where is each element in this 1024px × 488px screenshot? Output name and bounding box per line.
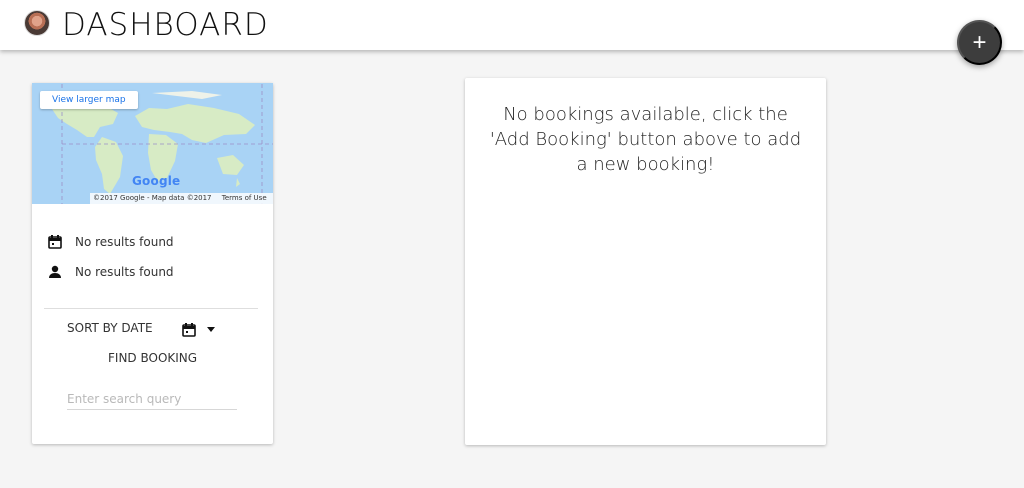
map-copyright-text: ©2017 Google - Map data ©2017 xyxy=(93,194,212,202)
calendar-icon[interactable] xyxy=(180,321,198,339)
add-icon: + xyxy=(972,28,987,56)
page-title: DASHBOARD xyxy=(62,7,269,43)
sort-by-date-label[interactable]: SORT BY DATE xyxy=(67,321,153,335)
find-booking-button[interactable]: FIND BOOKING xyxy=(108,351,197,365)
date-results-text: No results found xyxy=(75,235,174,249)
empty-bookings-message: No bookings available, click the 'Add Bo… xyxy=(489,104,802,175)
dropdown-arrow-icon[interactable] xyxy=(204,322,218,336)
filter-card: View larger map Google ©2017 Google - Ma… xyxy=(32,83,273,444)
view-larger-map-link[interactable]: View larger map xyxy=(40,91,138,109)
person-icon xyxy=(46,263,64,281)
date-results-row: No results found xyxy=(46,232,174,252)
section-divider xyxy=(44,308,258,309)
google-logo: Google xyxy=(132,174,180,188)
google-logo-text: Google xyxy=(132,174,181,188)
bookings-card: No bookings available, click the 'Add Bo… xyxy=(465,78,826,445)
map-attribution: ©2017 Google - Map data ©2017 Terms of U… xyxy=(90,193,273,204)
user-avatar[interactable] xyxy=(24,10,50,36)
calendar-icon xyxy=(46,233,64,251)
add-booking-button[interactable]: + xyxy=(957,20,1002,65)
person-results-row: No results found xyxy=(46,262,174,282)
person-results-text: No results found xyxy=(75,265,174,279)
search-input[interactable] xyxy=(67,388,237,410)
google-map[interactable]: View larger map Google ©2017 Google - Ma… xyxy=(32,83,273,204)
terms-of-use-link[interactable]: Terms of Use xyxy=(222,194,267,202)
top-app-bar: DASHBOARD xyxy=(0,0,1024,50)
